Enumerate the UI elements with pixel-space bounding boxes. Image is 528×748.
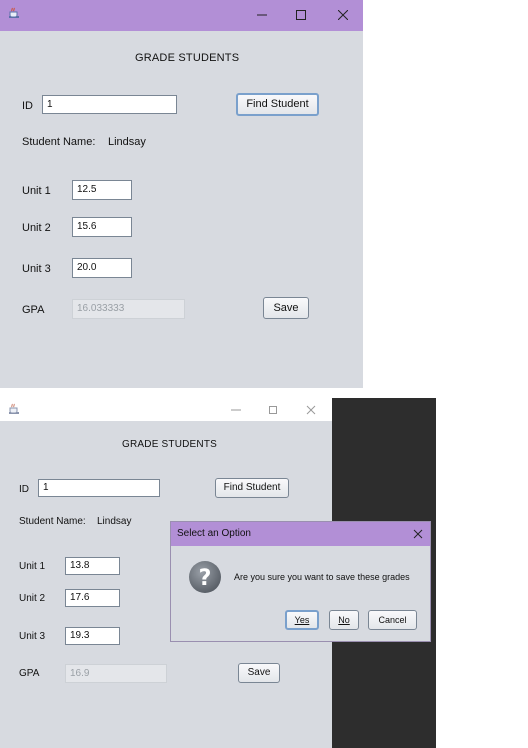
unit3-label: Unit 3 <box>22 263 51 275</box>
find-student-button[interactable]: Find Student <box>236 93 319 116</box>
id-field[interactable]: 1 <box>42 95 177 114</box>
find-student-button[interactable]: Find Student <box>215 478 289 498</box>
yes-button[interactable]: Yes <box>285 610 319 630</box>
id-label: ID <box>22 100 33 112</box>
student-name-value: Lindsay <box>108 136 146 148</box>
title-bar[interactable] <box>0 0 363 31</box>
no-button[interactable]: No <box>329 610 359 630</box>
student-name-label: Student Name: <box>19 516 86 527</box>
unit1-field[interactable]: 12.5 <box>72 180 132 200</box>
dialog-message: Are you sure you want to save these grad… <box>234 572 410 582</box>
dialog-title: Select an Option <box>177 528 251 539</box>
page-title: GRADE STUDENTS <box>122 439 218 450</box>
maximize-icon[interactable] <box>290 2 312 28</box>
unit3-label: Unit 3 <box>19 631 46 642</box>
close-icon[interactable] <box>332 2 354 28</box>
java-coffee-cup-icon <box>8 403 20 415</box>
unit1-field[interactable]: 13.8 <box>65 557 120 575</box>
question-icon: ? <box>188 560 222 597</box>
confirm-dialog: Select an Option ? Are you sure you want… <box>170 521 431 642</box>
main-window-1: GRADE STUDENTS ID 1 Find Student Student… <box>0 0 363 388</box>
yes-button-label: Yes <box>294 615 310 625</box>
gpa-field: 16.9 <box>65 664 167 683</box>
unit1-label: Unit 1 <box>22 185 51 197</box>
cancel-button[interactable]: Cancel <box>368 610 417 630</box>
gpa-label: GPA <box>19 668 40 679</box>
minimize-icon[interactable] <box>251 2 273 28</box>
id-label: ID <box>19 484 29 495</box>
student-name-label: Student Name: <box>22 136 96 148</box>
no-button-label: No <box>338 615 350 625</box>
svg-text:?: ? <box>199 566 212 591</box>
unit2-field[interactable]: 17.6 <box>65 589 120 607</box>
save-button[interactable]: Save <box>238 663 280 683</box>
close-icon[interactable] <box>413 529 423 542</box>
student-name-value: Lindsay <box>97 516 132 527</box>
unit2-field[interactable]: 15.6 <box>72 217 132 237</box>
unit2-label: Unit 2 <box>22 222 51 234</box>
unit3-field[interactable]: 20.0 <box>72 258 132 278</box>
title-bar[interactable] <box>0 398 332 421</box>
unit3-field[interactable]: 19.3 <box>65 627 120 645</box>
unit2-label: Unit 2 <box>19 593 46 604</box>
minimize-icon[interactable] <box>225 397 247 423</box>
save-button[interactable]: Save <box>263 297 309 319</box>
close-icon[interactable] <box>300 397 322 423</box>
gpa-label: GPA <box>22 304 45 316</box>
page-title: GRADE STUDENTS <box>135 52 240 64</box>
gpa-field: 16.033333 <box>72 299 185 319</box>
maximize-icon[interactable] <box>262 397 284 423</box>
dialog-title-bar[interactable]: Select an Option <box>171 522 430 546</box>
unit1-label: Unit 1 <box>19 561 46 572</box>
java-coffee-cup-icon <box>8 7 20 19</box>
id-field[interactable]: 1 <box>38 479 160 497</box>
